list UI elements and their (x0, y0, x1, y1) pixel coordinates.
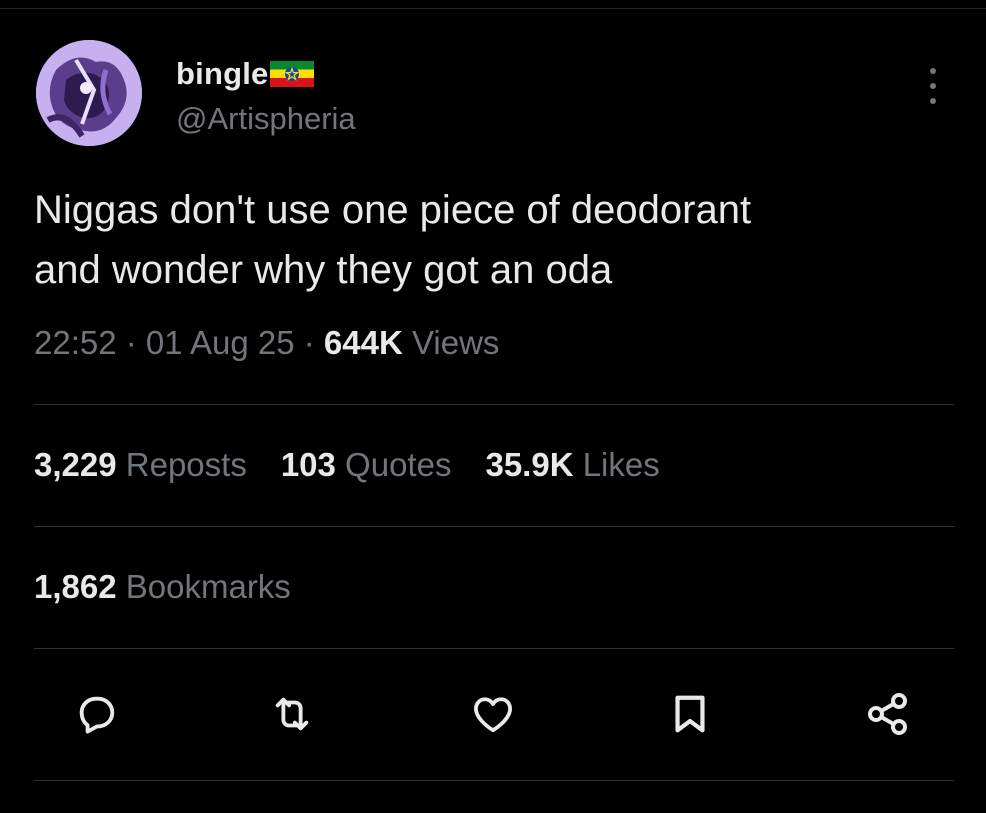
quotes-stat[interactable]: 103 Quotes (281, 446, 452, 484)
meta-separator: · (294, 324, 324, 361)
dot-icon (930, 68, 936, 74)
reposts-count: 3,229 (34, 446, 117, 483)
share-icon (868, 693, 907, 735)
divider (34, 648, 954, 649)
meta-separator: · (116, 324, 146, 361)
display-name[interactable]: bingle (176, 56, 268, 92)
tweet-time[interactable]: 22:52 (34, 324, 117, 361)
quotes-count: 103 (280, 446, 336, 483)
bookmark-button[interactable] (664, 688, 716, 740)
reposts-label: Reposts (116, 446, 247, 483)
dot-icon (930, 98, 936, 104)
reply-icon (79, 696, 115, 734)
views-count[interactable]: 644K (324, 324, 403, 361)
views-label[interactable]: Views (403, 324, 499, 361)
repost-button[interactable] (266, 688, 318, 740)
author-handle[interactable]: @Artispheria (176, 101, 356, 137)
likes-count: 35.9K (485, 446, 574, 483)
bookmarks-count: 1,862 (34, 568, 117, 605)
tweet-text: Niggas don't use one piece of deodorant … (34, 188, 752, 292)
like-icon (474, 697, 512, 733)
engagement-stats: 3,229 Reposts 103 Quotes 35.9K Likes (34, 446, 660, 484)
divider (34, 526, 954, 527)
likes-stat[interactable]: 35.9K Likes (485, 446, 659, 484)
author-name-row[interactable]: bingle (176, 54, 315, 94)
reply-button[interactable] (70, 688, 122, 740)
tweet-meta: 22:52 · 01 Aug 25 · 644K Views (34, 324, 499, 362)
dot-icon (930, 83, 936, 89)
repost-icon (275, 697, 309, 731)
bookmark-icon (675, 695, 705, 733)
avatar[interactable] (36, 40, 142, 146)
bookmarks-stat[interactable]: 1,862 Bookmarks (34, 568, 291, 606)
tweet-detail: bingle @Artispheria Niggas don't use one… (0, 0, 986, 813)
tweet-date[interactable]: 01 Aug 25 (146, 324, 295, 361)
more-options-button[interactable] (918, 66, 948, 106)
likes-label: Likes (573, 446, 660, 483)
action-bar (0, 688, 986, 740)
bookmarks-label: Bookmarks (116, 568, 291, 605)
like-button[interactable] (467, 688, 519, 740)
share-button[interactable] (862, 688, 914, 740)
divider (34, 780, 954, 781)
quotes-label: Quotes (335, 446, 452, 483)
reposts-stat[interactable]: 3,229 Reposts (34, 446, 247, 484)
divider (34, 404, 954, 405)
avatar-image (36, 40, 142, 146)
ethiopia-flag-icon (270, 61, 315, 87)
